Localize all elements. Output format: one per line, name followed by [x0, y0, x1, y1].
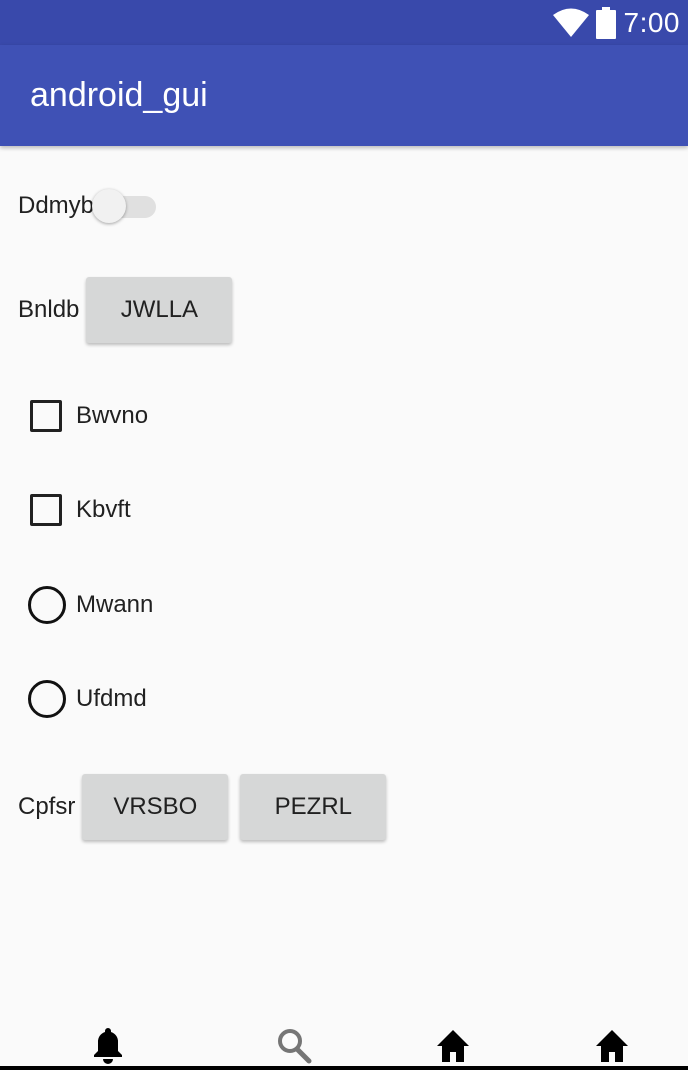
checkbox-label: Bwvno [76, 402, 149, 429]
button-row-2-label: Cpfsr [18, 793, 76, 820]
pezrl-button[interactable]: PEZRL [240, 774, 387, 840]
home-icon [437, 1030, 469, 1062]
app-title: android_gui [30, 76, 208, 114]
radio-label: Ufdmd [76, 685, 147, 712]
radio-button[interactable] [28, 680, 66, 718]
button-row-1-label: Bnldb [18, 296, 80, 323]
radio-row-2[interactable]: Ufdmd [28, 680, 147, 718]
switch-label: Ddmyb [18, 192, 95, 219]
search-icon [278, 1029, 312, 1064]
vrsbo-button[interactable]: VRSBO [82, 774, 229, 840]
button-row-2: Cpfsr VRSBO PEZRL [18, 774, 387, 840]
radio-row-1[interactable]: Mwann [28, 586, 153, 624]
wifi-icon [552, 8, 589, 37]
nav-item-notifications[interactable] [90, 1026, 126, 1064]
switch-thumb [92, 189, 127, 223]
battery-icon [595, 6, 616, 39]
nav-item-home-1[interactable] [435, 1026, 471, 1064]
checkbox-row-1[interactable]: Bwvno [28, 400, 148, 432]
bottom-navigation [0, 1020, 688, 1070]
checkbox-label: Kbvft [76, 496, 131, 523]
bell-icon [94, 1028, 122, 1064]
radio-label: Mwann [76, 591, 154, 618]
checkbox-row-2[interactable]: Kbvft [28, 494, 131, 526]
clock: 7:00 [623, 6, 680, 38]
checkbox[interactable] [30, 400, 62, 432]
button-row-1: Bnldb JWLLA [18, 277, 233, 343]
toggle-switch[interactable] [92, 188, 157, 224]
bottom-divider [0, 1066, 688, 1070]
jwlla-button[interactable]: JWLLA [86, 277, 233, 343]
radio-button[interactable] [28, 586, 66, 624]
status-bar: 7:00 [0, 0, 688, 45]
home-icon [596, 1030, 628, 1062]
app-bar: android_gui [0, 45, 688, 146]
switch-row: Ddmyb [18, 188, 157, 224]
nav-item-search[interactable] [276, 1026, 312, 1064]
nav-item-home-2[interactable] [594, 1026, 630, 1064]
checkbox[interactable] [30, 494, 62, 526]
